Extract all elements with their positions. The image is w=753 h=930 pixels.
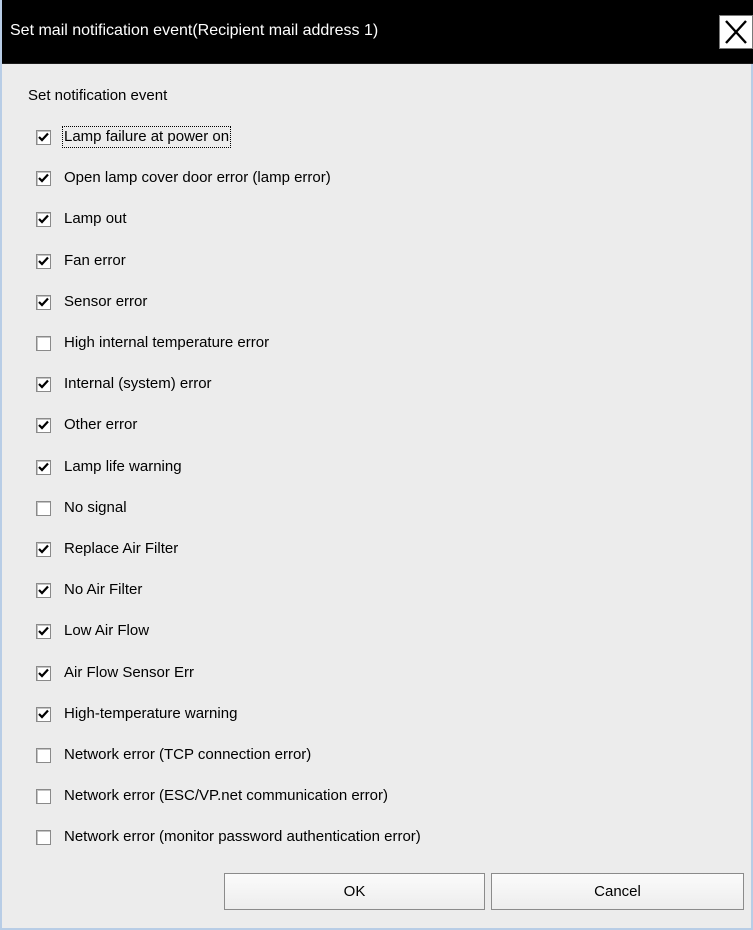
event-label: No Air Filter: [64, 581, 143, 598]
checkbox-unchecked[interactable]: [36, 747, 51, 763]
event-row[interactable]: Sensor error: [36, 291, 147, 313]
check-icon: [38, 420, 49, 430]
event-label: Lamp life warning: [64, 458, 182, 475]
event-row[interactable]: High internal temperature error: [36, 332, 269, 354]
event-label: Sensor error: [64, 293, 148, 310]
checkbox-unchecked[interactable]: [36, 500, 51, 516]
check-icon: [38, 132, 49, 142]
checkbox-checked[interactable]: [36, 376, 51, 392]
check-icon: [38, 214, 49, 224]
event-label: Replace Air Filter: [64, 540, 179, 557]
event-row[interactable]: No Air Filter: [36, 579, 142, 601]
event-row[interactable]: Lamp life warning: [36, 456, 182, 478]
event-row[interactable]: Lamp out: [36, 208, 127, 230]
check-icon: [38, 379, 49, 389]
event-row[interactable]: Other error: [36, 414, 137, 436]
event-row[interactable]: No signal: [36, 497, 127, 519]
event-row[interactable]: Network error (monitor password authenti…: [36, 826, 421, 848]
event-label: Air Flow Sensor Err: [64, 664, 195, 681]
event-row[interactable]: Low Air Flow: [36, 620, 149, 642]
checkbox-checked[interactable]: [36, 129, 51, 145]
checkbox-checked[interactable]: [36, 211, 51, 227]
event-label: Low Air Flow: [64, 622, 150, 639]
section-label: Set notification event: [28, 87, 168, 104]
event-row[interactable]: Air Flow Sensor Err: [36, 662, 194, 684]
checkbox-checked[interactable]: [36, 706, 51, 722]
close-icon: [725, 20, 747, 44]
event-row[interactable]: Open lamp cover door error (lamp error): [36, 167, 331, 189]
checkbox-unchecked[interactable]: [36, 788, 51, 804]
ok-button[interactable]: OK: [224, 873, 485, 910]
event-label: Lamp out: [64, 210, 127, 227]
checkbox-checked[interactable]: [36, 582, 51, 598]
checkbox-checked[interactable]: [36, 623, 51, 639]
cancel-button[interactable]: Cancel: [491, 873, 744, 910]
event-label: Network error (TCP connection error): [64, 746, 312, 763]
event-row[interactable]: Network error (ESC/VP.net communication …: [36, 785, 388, 807]
checkbox-checked[interactable]: [36, 459, 51, 475]
event-label: Lamp failure at power on: [61, 126, 232, 148]
event-row[interactable]: Replace Air Filter: [36, 538, 178, 560]
check-icon: [38, 256, 49, 266]
checkbox-checked[interactable]: [36, 170, 51, 186]
title-bar: Set mail notification event(Recipient ma…: [2, 0, 753, 64]
event-label: High-temperature warning: [64, 705, 238, 722]
check-icon: [38, 668, 49, 678]
check-icon: [38, 585, 49, 595]
event-label: No signal: [64, 499, 127, 516]
dialog-title: Set mail notification event(Recipient ma…: [10, 22, 379, 39]
event-label: Fan error: [64, 252, 126, 269]
check-icon: [38, 709, 49, 719]
check-icon: [38, 462, 49, 472]
check-icon: [38, 544, 49, 554]
event-label: Open lamp cover door error (lamp error): [64, 169, 331, 186]
event-label: Network error (monitor password authenti…: [64, 828, 421, 845]
event-row[interactable]: Fan error: [36, 250, 126, 272]
event-label: Network error (ESC/VP.net communication …: [64, 787, 388, 804]
checkbox-checked[interactable]: [36, 253, 51, 269]
checkbox-unchecked[interactable]: [36, 829, 51, 845]
event-label: Other error: [64, 416, 138, 433]
event-label: High internal temperature error: [64, 334, 270, 351]
event-row[interactable]: Lamp failure at power on: [36, 126, 232, 148]
check-icon: [38, 297, 49, 307]
checkbox-checked[interactable]: [36, 541, 51, 557]
check-icon: [38, 626, 49, 636]
dialog-window: Set mail notification event(Recipient ma…: [0, 0, 753, 930]
checkbox-unchecked[interactable]: [36, 335, 51, 351]
title-bar-strip: Set mail notification event(Recipient ma…: [2, 0, 753, 64]
check-icon: [38, 173, 49, 183]
event-row[interactable]: High-temperature warning: [36, 703, 237, 725]
checkbox-checked[interactable]: [36, 417, 51, 433]
event-row[interactable]: Network error (TCP connection error): [36, 744, 311, 766]
event-label: Internal (system) error: [64, 375, 212, 392]
close-button[interactable]: [719, 15, 753, 49]
checkbox-checked[interactable]: [36, 665, 51, 681]
checkbox-checked[interactable]: [36, 294, 51, 310]
event-row[interactable]: Internal (system) error: [36, 373, 212, 395]
